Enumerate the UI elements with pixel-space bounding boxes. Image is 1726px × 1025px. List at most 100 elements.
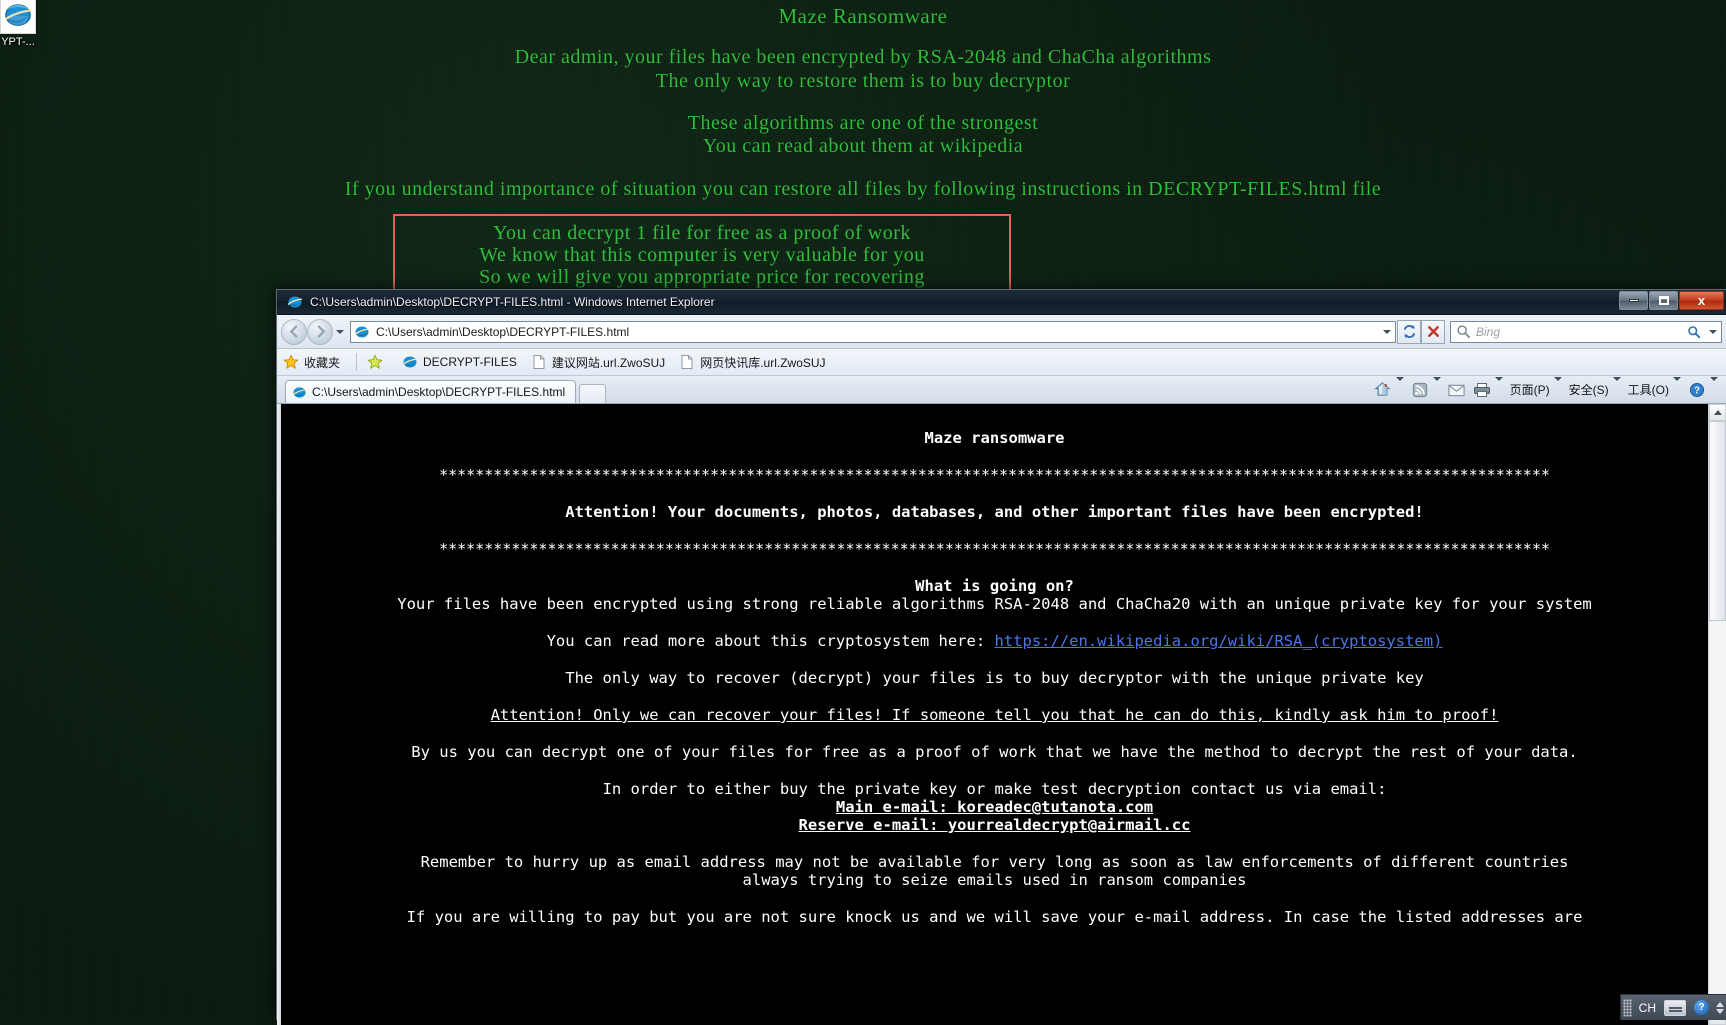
ime-keyboard-button[interactable] (1660, 998, 1690, 1018)
wallpaper-box-line-2: We know that this computer is very valua… (479, 244, 925, 266)
command-bar: 页面(P) 安全(S) 工具(O) ? (1367, 376, 1726, 403)
tab-decrypt-files[interactable]: C:\Users\admin\Desktop\DECRYPT-FILES.htm… (285, 380, 577, 403)
internet-explorer-window: C:\Users\admin\Desktop\DECRYPT-FILES.htm… (276, 289, 1726, 1025)
home-button[interactable] (1374, 376, 1404, 399)
home-icon (1374, 381, 1392, 399)
tools-menu-button[interactable]: 工具(O) (1627, 376, 1681, 399)
close-button[interactable]: x (1679, 291, 1724, 310)
doc-spacer (281, 613, 1708, 632)
ime-drag-handle[interactable] (1622, 998, 1632, 1017)
minimize-button[interactable] (1619, 291, 1648, 310)
ransom-note-document: Maze ransomware ************************… (281, 404, 1708, 1025)
favorites-add-button[interactable] (367, 354, 388, 370)
search-input[interactable]: Bing (1450, 320, 1722, 343)
internet-explorer-icon (402, 356, 418, 368)
internet-explorer-icon (354, 326, 370, 337)
wallpaper-highlight-box: You can decrypt 1 file for free as a pro… (393, 214, 1011, 292)
maximize-button[interactable] (1649, 291, 1678, 310)
ime-expand-toggle[interactable] (1716, 1001, 1724, 1014)
internet-explorer-icon (0, 0, 36, 34)
tools-menu-label: 工具(O) (1627, 383, 1669, 397)
doc-what-body: Your files have been encrypted using str… (397, 595, 1592, 613)
doc-spacer (281, 834, 1708, 853)
ime-language-indicator[interactable]: CH (1635, 998, 1660, 1018)
page-scrollbar[interactable] (1708, 404, 1726, 1025)
internet-explorer-icon (287, 296, 303, 308)
wallpaper-line-3: These algorithms are one of the stronges… (687, 112, 1039, 134)
wallpaper-box-line-1: You can decrypt 1 file for free as a pro… (493, 222, 911, 244)
browser-viewport: Maze ransomware ************************… (277, 404, 1726, 1025)
wallpaper-box-line-3: So we will give you appropriate price fo… (479, 266, 925, 288)
search-icon (1688, 325, 1701, 338)
internet-explorer-icon (292, 386, 307, 398)
search-go-button[interactable] (1683, 325, 1705, 339)
wikipedia-rsa-link[interactable]: https://en.wikipedia.org/wiki/RSA_(crypt… (995, 632, 1443, 650)
favorites-item-label: 建议网站.url.ZwoSUJ (551, 355, 666, 370)
new-tab-button[interactable] (579, 384, 607, 403)
stop-button[interactable] (1421, 319, 1445, 344)
help-icon: ? (1688, 381, 1706, 399)
safety-menu-button[interactable]: 安全(S) (1568, 376, 1621, 399)
wallpaper-line-2: The only way to restore them is to buy d… (655, 70, 1071, 92)
doc-reserve-email: Reserve e-mail: yourrealdecrypt@airmail.… (798, 816, 1191, 834)
doc-hurry-line-2: always trying to seize emails used in ra… (742, 871, 1247, 889)
printer-icon (1473, 381, 1491, 399)
scrollbar-track[interactable] (1709, 621, 1726, 1008)
favorites-item-web-slice-gallery[interactable]: 网页快讯库.url.ZwoSUJ (679, 354, 826, 371)
doc-main-email: Main e-mail: koreadec@tutanota.com (835, 798, 1154, 816)
doc-read-more-prefix: You can read more about this cryptosyste… (546, 632, 995, 650)
tab-label: C:\Users\admin\Desktop\DECRYPT-FILES.htm… (312, 385, 566, 399)
doc-spacer (281, 650, 1708, 669)
search-icon (1457, 325, 1471, 339)
wallpaper-line-1: Dear admin, your files have been encrypt… (514, 46, 1212, 68)
page-menu-button[interactable]: 页面(P) (1510, 376, 1562, 399)
doc-contact-intro: In order to either buy the private key o… (602, 780, 1387, 798)
back-button[interactable] (281, 318, 307, 345)
wallpaper-title: Maze Ransomware (778, 4, 948, 28)
stop-icon (1427, 326, 1439, 337)
address-history-dropdown[interactable] (1378, 329, 1395, 334)
recent-pages-dropdown[interactable] (333, 319, 346, 345)
favorites-item-suggested-sites[interactable]: 建议网站.url.ZwoSUJ (531, 354, 665, 371)
doc-spacer (281, 889, 1708, 908)
help-menu-button[interactable]: ? (1688, 376, 1718, 399)
read-mail-button[interactable] (1448, 381, 1466, 399)
ime-help-button[interactable]: ? (1690, 998, 1713, 1018)
doc-spacer (281, 521, 1708, 540)
doc-proof-of-work-line: By us you can decrypt one of your files … (411, 743, 1578, 761)
scrollbar-thumb[interactable] (1709, 421, 1726, 621)
refresh-button[interactable] (1397, 319, 1421, 344)
mail-icon (1448, 381, 1466, 399)
search-provider-dropdown[interactable] (1705, 329, 1721, 334)
page-icon (533, 355, 545, 369)
safety-menu-label: 安全(S) (1568, 383, 1609, 397)
page-icon (681, 355, 693, 369)
doc-spacer (281, 558, 1708, 577)
doc-spacer (281, 687, 1708, 706)
doc-only-way-line: The only way to recover (decrypt) your f… (565, 669, 1424, 687)
doc-spacer (281, 761, 1708, 780)
print-button[interactable] (1473, 376, 1503, 399)
feeds-button[interactable] (1411, 376, 1441, 399)
doc-attention-second: Attention! Only we can recover your file… (490, 706, 1499, 724)
forward-button[interactable] (307, 318, 333, 345)
window-title-bar[interactable]: C:\Users\admin\Desktop\DECRYPT-FILES.htm… (277, 290, 1726, 315)
window-controls: x (1619, 291, 1724, 310)
star-icon (283, 354, 299, 370)
navigation-bar: C:\Users\admin\Desktop\DECRYPT-FILES.htm… (277, 315, 1726, 349)
refresh-icon (1403, 324, 1415, 339)
favorites-item-decrypt-files[interactable]: DECRYPT-FILES (402, 354, 517, 370)
address-bar[interactable]: C:\Users\admin\Desktop\DECRYPT-FILES.htm… (350, 320, 1396, 343)
forward-arrow-icon (317, 325, 325, 338)
favorites-center-button[interactable]: 收藏夹 (283, 354, 340, 371)
doc-spacer (281, 410, 1708, 429)
favorites-item-label: 网页快讯库.url.ZwoSUJ (700, 355, 826, 370)
doc-heading-what-is-going-on: What is going on? (915, 577, 1074, 595)
desktop-icon-decrypt-files[interactable]: YPT-... (0, 0, 50, 48)
doc-willing-to-pay-line: If you are willing to pay but you are no… (406, 908, 1583, 926)
rss-feed-icon (1411, 381, 1429, 399)
ime-language-bar[interactable]: CH ? (1619, 994, 1726, 1020)
scroll-up-button[interactable] (1709, 404, 1726, 421)
keyboard-icon (1664, 999, 1686, 1016)
add-favorite-star-icon (367, 354, 383, 370)
